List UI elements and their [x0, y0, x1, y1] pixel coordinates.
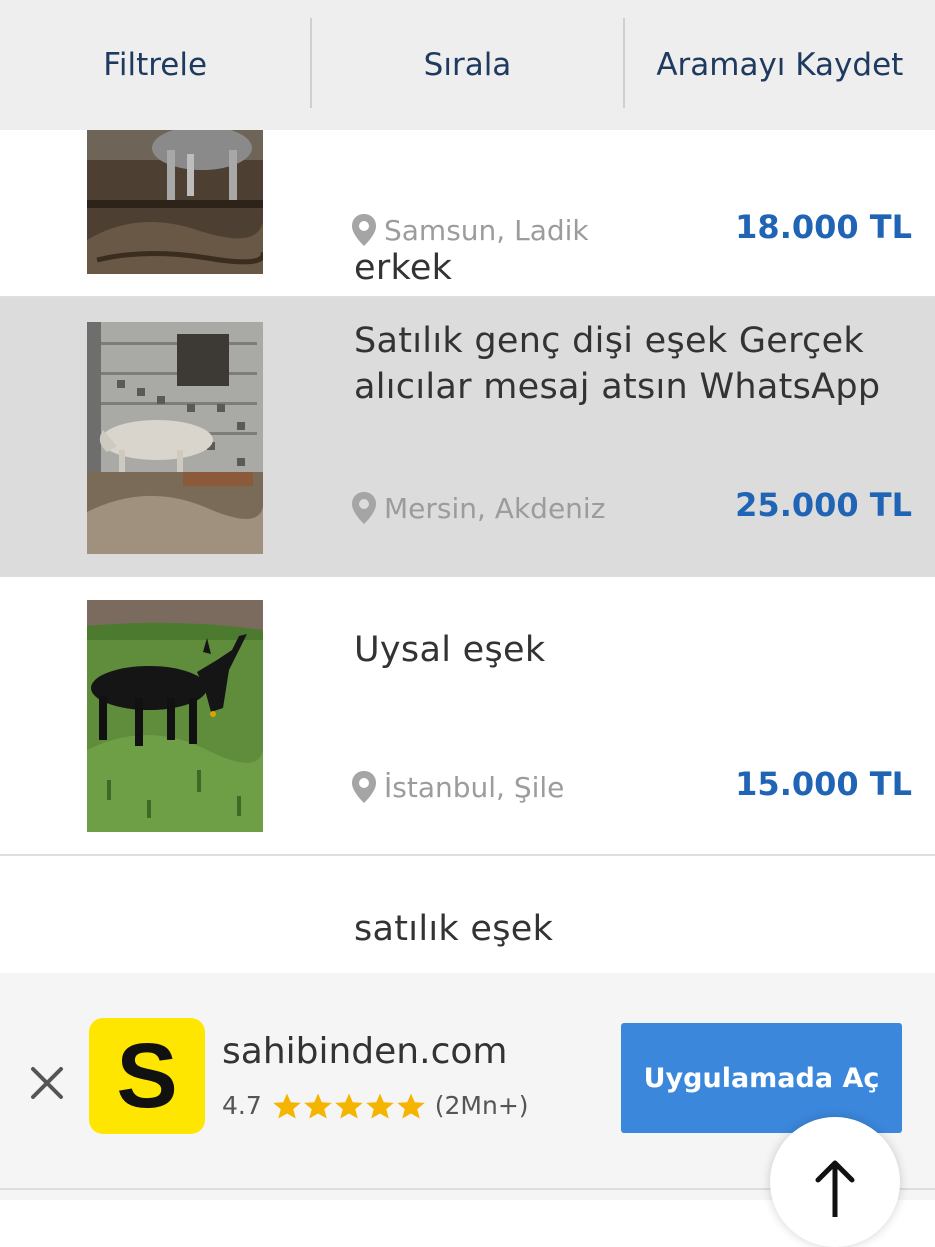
donkey-photo-icon	[87, 130, 263, 274]
listing-title: Uysal eşek	[354, 630, 546, 670]
filter-bar: Filtrele Sırala Aramayı Kaydet	[0, 0, 935, 130]
app-logo: S	[89, 1018, 205, 1134]
listing-price: 25.000 TL	[735, 486, 912, 524]
listing-row-info[interactable]: Samsun, Ladik 18.000 TL	[0, 130, 935, 298]
listing-location: Samsun, Ladik	[350, 210, 589, 250]
save-search-button[interactable]: Aramayı Kaydet	[625, 0, 935, 130]
star-icon	[366, 1093, 394, 1118]
star-icon	[273, 1093, 301, 1118]
location-text: İstanbul, Şile	[384, 770, 565, 804]
listing-price: 15.000 TL	[735, 765, 912, 803]
donkey-photo-icon	[87, 600, 263, 832]
arrow-up-icon	[815, 1160, 855, 1217]
scroll-to-top-button[interactable]	[770, 1117, 900, 1247]
listing-title: Satılık genç dişi eşek Gerçek alıcılar m…	[354, 321, 881, 407]
rating-value: 4.7	[222, 1091, 262, 1120]
logo-letter: S	[116, 1024, 178, 1127]
rating-stars	[272, 1092, 427, 1120]
location-pin-icon	[352, 492, 376, 524]
app-rating: 4.7 (2Mn+)	[222, 1091, 529, 1120]
location-text: Mersin, Akdeniz	[384, 491, 606, 525]
listing-row[interactable]: Uysal eşek İstanbul, Şile 15.000 TL	[0, 577, 935, 856]
listing-price: 18.000 TL	[735, 208, 912, 246]
listing-location: İstanbul, Şile	[350, 767, 564, 807]
location-text: Samsun, Ladik	[384, 213, 589, 247]
star-icon	[304, 1093, 332, 1118]
app-name: sahibinden.com	[222, 1031, 508, 1072]
listing-location: Mersin, Akdeniz	[350, 488, 605, 528]
listing-title: satılık eşek	[354, 909, 554, 949]
star-icon	[397, 1093, 425, 1118]
location-pin-icon	[352, 214, 376, 246]
listing-row[interactable]: Satılık genç dişi eşek Gerçek alıcılar m…	[0, 298, 935, 577]
donkey-photo-icon	[87, 322, 263, 554]
sort-button[interactable]: Sırala	[312, 0, 622, 130]
open-in-app-button[interactable]: Uygulamada Aç	[621, 1023, 902, 1133]
review-count: (2Mn+)	[434, 1091, 529, 1120]
close-icon[interactable]	[27, 1063, 67, 1103]
star-icon	[335, 1093, 363, 1118]
filter-button[interactable]: Filtrele	[0, 0, 310, 130]
location-pin-icon	[352, 771, 376, 803]
